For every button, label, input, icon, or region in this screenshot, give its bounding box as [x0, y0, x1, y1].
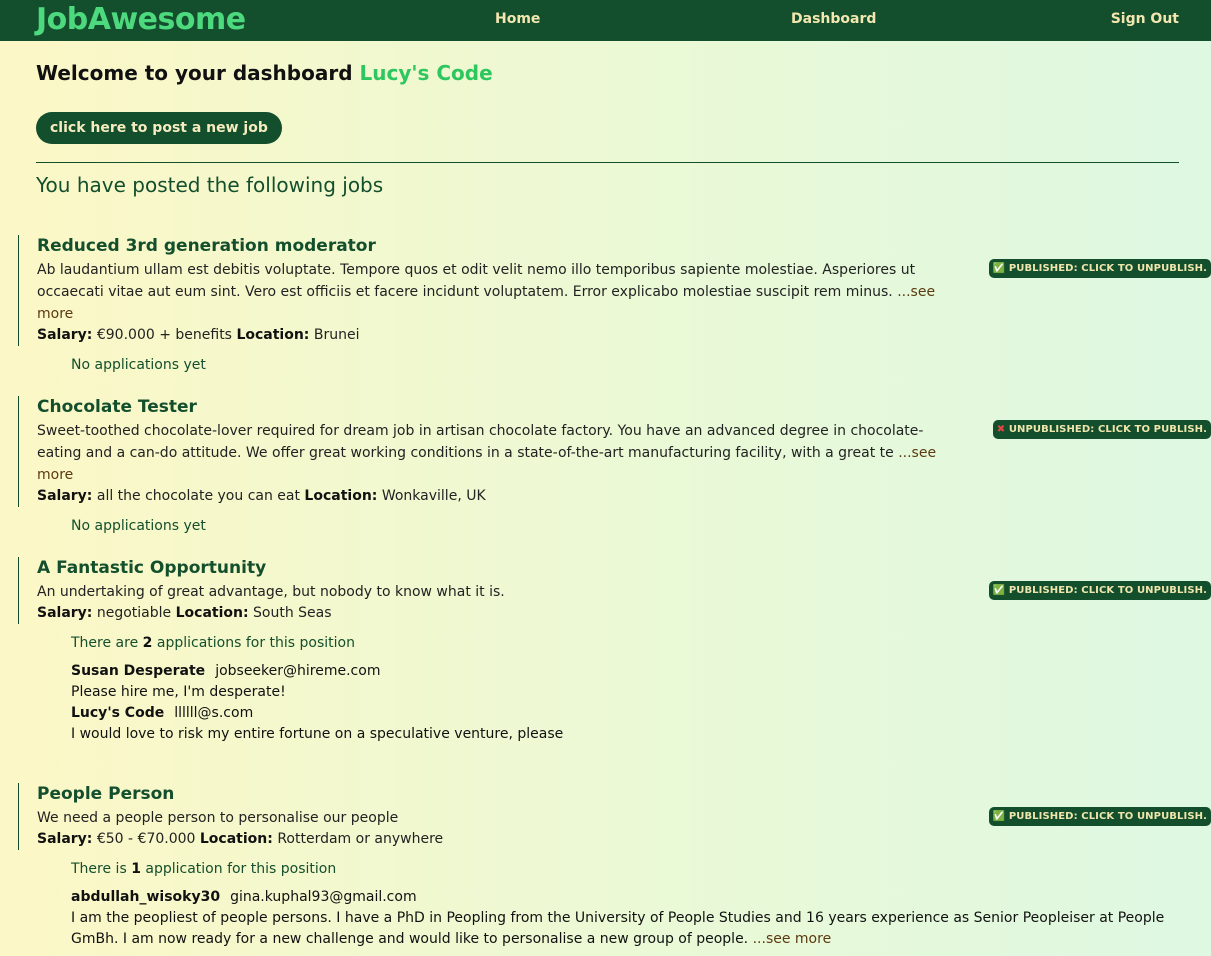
applications-section: No applications yet [71, 355, 1179, 376]
application-list: abdullah_wisoky30 gina.kuphal93@gmail.com… [71, 887, 1179, 950]
job-location: Wonkaville, UK [381, 488, 486, 504]
application-header: Lucy's Code llllll@s.com [71, 703, 1179, 724]
unpublished-x-icon: ✖ [996, 424, 1006, 435]
applications-section: There is 1 application for this position… [71, 859, 1179, 950]
publish-toggle-button[interactable]: ✅ PUBLISHED: CLICK TO UNPUBLISH. [988, 581, 1211, 600]
publish-toggle-button[interactable]: ✅ PUBLISHED: CLICK TO UNPUBLISH. [988, 259, 1211, 278]
job-card: Chocolate Tester Sweet-toothed chocolate… [18, 396, 1179, 507]
applications-summary-prefix: There is [71, 861, 127, 877]
dashboard-main: Welcome to your dashboard Lucy's Code cl… [0, 61, 1211, 950]
nav-dashboard-link[interactable]: Dashboard [791, 0, 876, 41]
applications-summary: No applications yet [71, 357, 206, 373]
job-description: We need a people person to personalise o… [37, 807, 949, 829]
job-salary: €90.000 + benefits [96, 327, 232, 343]
application-list: Susan Desperate jobseeker@hireme.com Plea… [71, 661, 1179, 745]
job-location: Rotterdam or anywhere [277, 831, 444, 847]
job-salary: all the chocolate you can eat [96, 488, 300, 504]
applications-summary: No applications yet [71, 518, 206, 534]
application-message: I would love to risk my entire fortune o… [71, 726, 564, 742]
job-location: South Seas [253, 605, 332, 621]
application-message: Please hire me, I'm desperate! [71, 684, 286, 700]
job-item: A Fantastic Opportunity An undertaking o… [18, 557, 1211, 783]
welcome-heading: Welcome to your dashboard Lucy's Code [36, 61, 1179, 85]
nav-home-link[interactable]: Home [495, 0, 540, 41]
salary-label: Salary: [37, 327, 93, 343]
job-title: Reduced 3rd generation moderator [37, 236, 376, 256]
application-header: Susan Desperate jobseeker@hireme.com [71, 661, 1179, 682]
publish-status-text: PUBLISHED: CLICK TO UNPUBLISH. [1008, 585, 1207, 596]
applicant-email: gina.kuphal93@gmail.com [230, 889, 417, 905]
applicant-name: abdullah_wisoky30 [71, 889, 221, 905]
job-description: An undertaking of great advantage, but n… [37, 581, 949, 603]
welcome-prefix: Welcome to your dashboard [36, 61, 353, 85]
publish-toggle-button[interactable]: ✅ PUBLISHED: CLICK TO UNPUBLISH. [988, 807, 1211, 826]
published-check-icon: ✅ [992, 263, 1006, 274]
applications-summary: There are 2 applications for this positi… [71, 633, 1179, 654]
application-message-text: I am the peopliest of people persons. I … [71, 910, 1165, 947]
job-title: People Person [37, 784, 175, 804]
job-salary: negotiable [96, 605, 172, 621]
application-message: I am the peopliest of people persons. I … [71, 908, 1179, 950]
job-list: Reduced 3rd generation moderator Ab laud… [18, 235, 1211, 950]
job-item: People Person We need a people person to… [18, 783, 1211, 950]
job-salary: €50 - €70.000 [96, 831, 196, 847]
job-title: A Fantastic Opportunity [37, 558, 267, 578]
job-title: Chocolate Tester [37, 397, 197, 417]
welcome-username: Lucy's Code [359, 61, 493, 85]
publish-status-text: PUBLISHED: CLICK TO UNPUBLISH. [1008, 811, 1207, 822]
posted-jobs-heading: You have posted the following jobs [36, 173, 384, 197]
brand-logo[interactable]: JobAwesome [36, 0, 246, 41]
location-label: Location: [175, 605, 249, 621]
publish-status-text: PUBLISHED: CLICK TO UNPUBLISH. [1008, 263, 1207, 274]
navbar: JobAwesome Home Dashboard Sign Out [0, 0, 1211, 41]
applications-count: 2 [142, 635, 153, 651]
application-header: abdullah_wisoky30 gina.kuphal93@gmail.com [71, 887, 1179, 908]
post-new-job-button[interactable]: click here to post a new job [36, 112, 282, 144]
applications-summary-prefix: There are [71, 635, 139, 651]
applications-count: 1 [131, 861, 141, 877]
job-description-text: Sweet-toothed chocolate-lover required f… [37, 423, 924, 461]
see-more-link[interactable]: ...see more [753, 931, 832, 947]
job-description-text: Ab laudantium ullam est debitis voluptat… [37, 262, 916, 300]
location-label: Location: [304, 488, 378, 504]
published-check-icon: ✅ [992, 585, 1006, 596]
job-description: Ab laudantium ullam est debitis voluptat… [37, 259, 949, 325]
applicant-email: llllll@s.com [174, 705, 254, 721]
job-item: Reduced 3rd generation moderator Ab laud… [18, 235, 1211, 396]
applicant-email: jobseeker@hireme.com [215, 663, 381, 679]
location-label: Location: [236, 327, 310, 343]
job-meta: Salary: all the chocolate you can eat Lo… [37, 486, 949, 507]
applications-summary-suffix: application for this position [145, 861, 337, 877]
applicant-name: Lucy's Code [71, 705, 165, 721]
salary-label: Salary: [37, 831, 93, 847]
salary-label: Salary: [37, 488, 93, 504]
applications-section: No applications yet [71, 516, 1179, 537]
job-item: Chocolate Tester Sweet-toothed chocolate… [18, 396, 1211, 557]
applicant-name: Susan Desperate [71, 663, 206, 679]
job-location: Brunei [313, 327, 360, 343]
applications-summary-suffix: applications for this position [156, 635, 355, 651]
nav-signout-link[interactable]: Sign Out [1111, 0, 1179, 41]
section-divider [36, 162, 1179, 163]
job-description: Sweet-toothed chocolate-lover required f… [37, 420, 949, 486]
job-description-text: We need a people person to personalise o… [37, 810, 399, 826]
job-card: Reduced 3rd generation moderator Ab laud… [18, 235, 1179, 346]
applications-summary: There is 1 application for this position [71, 859, 1179, 880]
job-meta: Salary: €90.000 + benefits Location: Bru… [37, 325, 949, 346]
published-check-icon: ✅ [992, 811, 1006, 822]
job-meta: Salary: negotiable Location: South Seas [37, 603, 949, 624]
publish-status-text: UNPUBLISHED: CLICK TO PUBLISH. [1008, 424, 1207, 435]
publish-toggle-button[interactable]: ✖ UNPUBLISHED: CLICK TO PUBLISH. [992, 420, 1211, 439]
job-description-text: An undertaking of great advantage, but n… [37, 584, 505, 600]
location-label: Location: [199, 831, 273, 847]
job-meta: Salary: €50 - €70.000 Location: Rotterda… [37, 829, 949, 850]
applications-section: There are 2 applications for this positi… [71, 633, 1179, 745]
salary-label: Salary: [37, 605, 93, 621]
